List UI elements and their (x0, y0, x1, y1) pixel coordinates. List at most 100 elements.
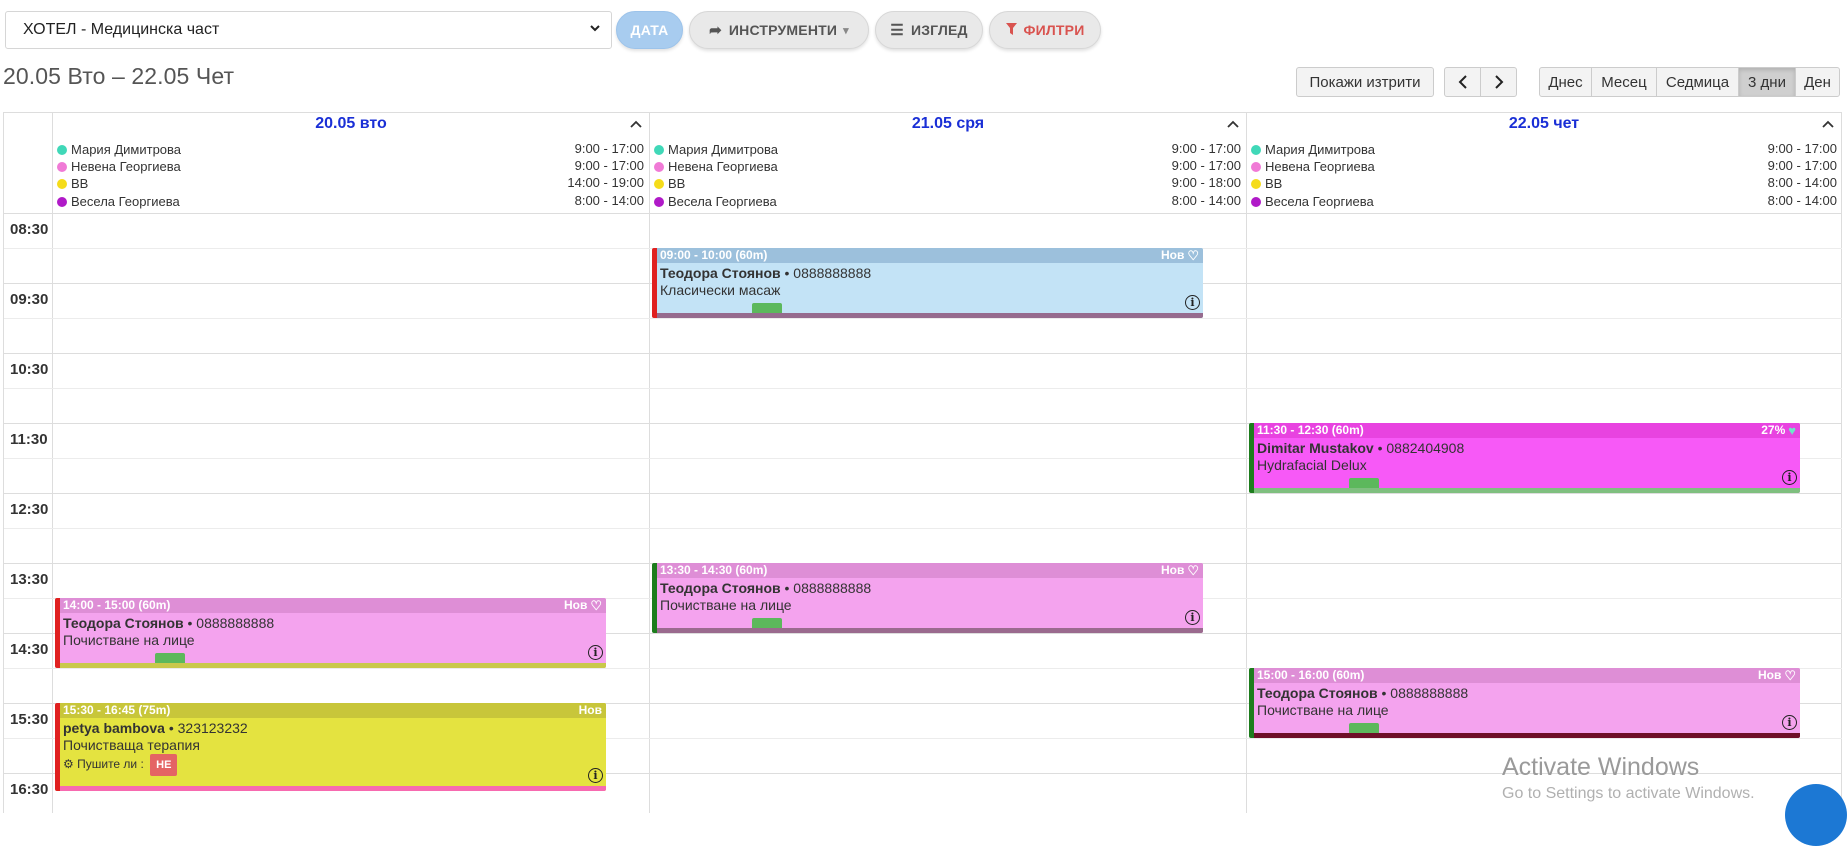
day-header-title[interactable]: 21.05 сря (650, 115, 1246, 135)
appointment-bottom-bar (60, 786, 606, 791)
location-select-value: ХОТЕЛ - Медицинска част (23, 21, 220, 38)
staff-item[interactable]: Невена Георгиева (654, 158, 778, 175)
info-icon[interactable]: i (1782, 715, 1797, 730)
client-phone: • 0888888888 (784, 265, 872, 281)
staff-hours: 8:00 - 14:00 (574, 193, 644, 208)
status-badge (1349, 723, 1379, 733)
info-icon[interactable]: i (1185, 610, 1200, 625)
grid-line (1246, 113, 1247, 813)
appointment-service: Почистване на лице (660, 597, 792, 613)
day-header-title[interactable]: 22.05 чет (1247, 115, 1841, 135)
grid-line (1841, 113, 1842, 813)
view-3days-button[interactable]: 3 дни (1738, 67, 1796, 97)
info-icon[interactable]: i (1782, 470, 1797, 485)
view-button[interactable]: ☰ ИЗГЛЕД (875, 11, 983, 49)
floating-action-button[interactable] (1785, 784, 1847, 846)
appointment-service: Почистване на лице (63, 632, 195, 648)
staff-item[interactable]: Мария Димитрова (1251, 141, 1375, 158)
answer-badge: НЕ (150, 754, 178, 776)
info-icon[interactable]: i (588, 768, 603, 783)
collapse-icon[interactable] (630, 116, 642, 132)
client-name: Dimitar Mustakov (1257, 440, 1374, 456)
view-day-button[interactable]: Ден (1795, 67, 1840, 97)
staff-item[interactable]: BB (654, 175, 685, 192)
collapse-icon[interactable] (1227, 116, 1239, 132)
staff-color-dot (654, 144, 664, 155)
staff-name: Весела Георгиева (1265, 194, 1374, 209)
staff-hours: 8:00 - 14:00 (1767, 175, 1837, 190)
appointment-question: ⚙ Пушите ли : НЕ (60, 754, 606, 776)
staff-name: Мария Димитрова (668, 142, 779, 157)
staff-color-dot (57, 178, 67, 189)
staff-hours: 9:00 - 17:00 (574, 141, 644, 156)
staff-item[interactable]: Весела Георгиева (1251, 193, 1374, 210)
view-month-button[interactable]: Месец (1591, 67, 1657, 97)
tools-button[interactable]: ➦ ИНСТРУМЕНТИ ▾ (689, 11, 869, 49)
chevron-left-icon (1458, 75, 1467, 89)
time-label: 16:30 (10, 781, 49, 798)
view-button-label: ИЗГЛЕД (910, 22, 968, 38)
collapse-icon[interactable] (1822, 116, 1834, 132)
appointment-card[interactable]: 14:00 - 15:00 (60m) Нов ♡ Теодора Стояно… (55, 598, 606, 668)
prev-button[interactable] (1444, 67, 1481, 97)
staff-name: Весела Георгиева (71, 194, 180, 209)
appointment-card[interactable]: 13:30 - 14:30 (60m) Нов ♡ Теодора Стояно… (652, 563, 1203, 633)
client-name: Теодора Стоянов (1257, 685, 1378, 701)
client-phone: • 0888888888 (187, 615, 275, 631)
appointment-header: 11:30 - 12:30 (60m) 27% ♥ (1254, 423, 1800, 438)
appointment-card[interactable]: 15:00 - 16:00 (60m) Нов ♡ Теодора Стояно… (1249, 668, 1800, 738)
view-week-button[interactable]: Седмица (1656, 67, 1739, 97)
info-icon[interactable]: i (588, 645, 603, 660)
appointment-time: 15:00 - 16:00 (60m) (1257, 668, 1365, 682)
client-phone: • 0888888888 (784, 580, 872, 596)
appointment-card[interactable]: 11:30 - 12:30 (60m) 27% ♥ Dimitar Mustak… (1249, 423, 1800, 493)
staff-item[interactable]: Мария Димитрова (654, 141, 778, 158)
share-icon: ➦ (709, 22, 722, 39)
tools-button-label: ИНСТРУМЕНТИ (728, 22, 838, 38)
grid-line (52, 113, 53, 813)
view-today-button[interactable]: Днес (1539, 67, 1592, 97)
appointment-time: 09:00 - 10:00 (60m) (660, 248, 768, 262)
location-select[interactable]: ХОТЕЛ - Медицинска част (5, 11, 612, 49)
staff-hours: 8:00 - 14:00 (1767, 193, 1837, 208)
staff-item[interactable]: Мария Димитрова (57, 141, 181, 158)
staff-name: BB (668, 176, 686, 191)
day-header-title[interactable]: 20.05 вто (53, 115, 649, 135)
appointment-service: Почистване на лице (1257, 702, 1389, 718)
staff-item[interactable]: Весела Георгиева (654, 193, 777, 210)
staff-hours: 9:00 - 17:00 (574, 158, 644, 173)
appointment-service: Почистваща терапия (63, 737, 200, 753)
staff-name: Мария Димитрова (1265, 142, 1376, 157)
grid-line (649, 113, 650, 813)
staff-hours: 14:00 - 19:00 (567, 175, 644, 190)
date-button[interactable]: ДАТА (616, 11, 683, 49)
staff-item[interactable]: Весела Георгиева (57, 193, 180, 210)
appointment-card[interactable]: 09:00 - 10:00 (60m) Нов ♡ Теодора Стояно… (652, 248, 1203, 318)
staff-item[interactable]: Невена Георгиева (1251, 158, 1375, 175)
time-label: 14:30 (10, 641, 49, 658)
next-button[interactable] (1480, 67, 1517, 97)
staff-item[interactable]: BB (1251, 175, 1282, 192)
appointment-card[interactable]: 15:30 - 16:45 (75m) Нов petya bambova • … (55, 703, 606, 791)
time-label: 08:30 (10, 221, 49, 238)
filters-button[interactable]: ФИЛТРИ (989, 11, 1101, 49)
appointment-status-badge: Нов (1160, 563, 1185, 577)
staff-item[interactable]: BB (57, 175, 88, 192)
client-name: Теодора Стоянов (63, 615, 184, 631)
staff-color-dot (1251, 161, 1261, 172)
filters-button-label: ФИЛТРИ (1023, 22, 1085, 38)
time-label: 12:30 (10, 501, 49, 518)
status-badge (752, 303, 782, 313)
appointment-service: Класически масаж (660, 282, 781, 298)
info-icon[interactable]: i (1185, 295, 1200, 310)
appointment-client: Теодора Стоянов • 0888888888 (657, 265, 1203, 282)
appointment-time: 14:00 - 15:00 (60m) (63, 598, 171, 612)
staff-color-dot (1251, 178, 1261, 189)
client-name: petya bambova (63, 720, 165, 736)
time-label: 13:30 (10, 571, 49, 588)
staff-hours: 9:00 - 17:00 (1767, 158, 1837, 173)
staff-item[interactable]: Невена Георгиева (57, 158, 181, 175)
show-deleted-button[interactable]: Покажи изтрити (1296, 67, 1434, 97)
activate-windows-subtext: Go to Settings to activate Windows. (1502, 785, 1755, 802)
staff-name: Невена Георгиева (1265, 159, 1375, 174)
